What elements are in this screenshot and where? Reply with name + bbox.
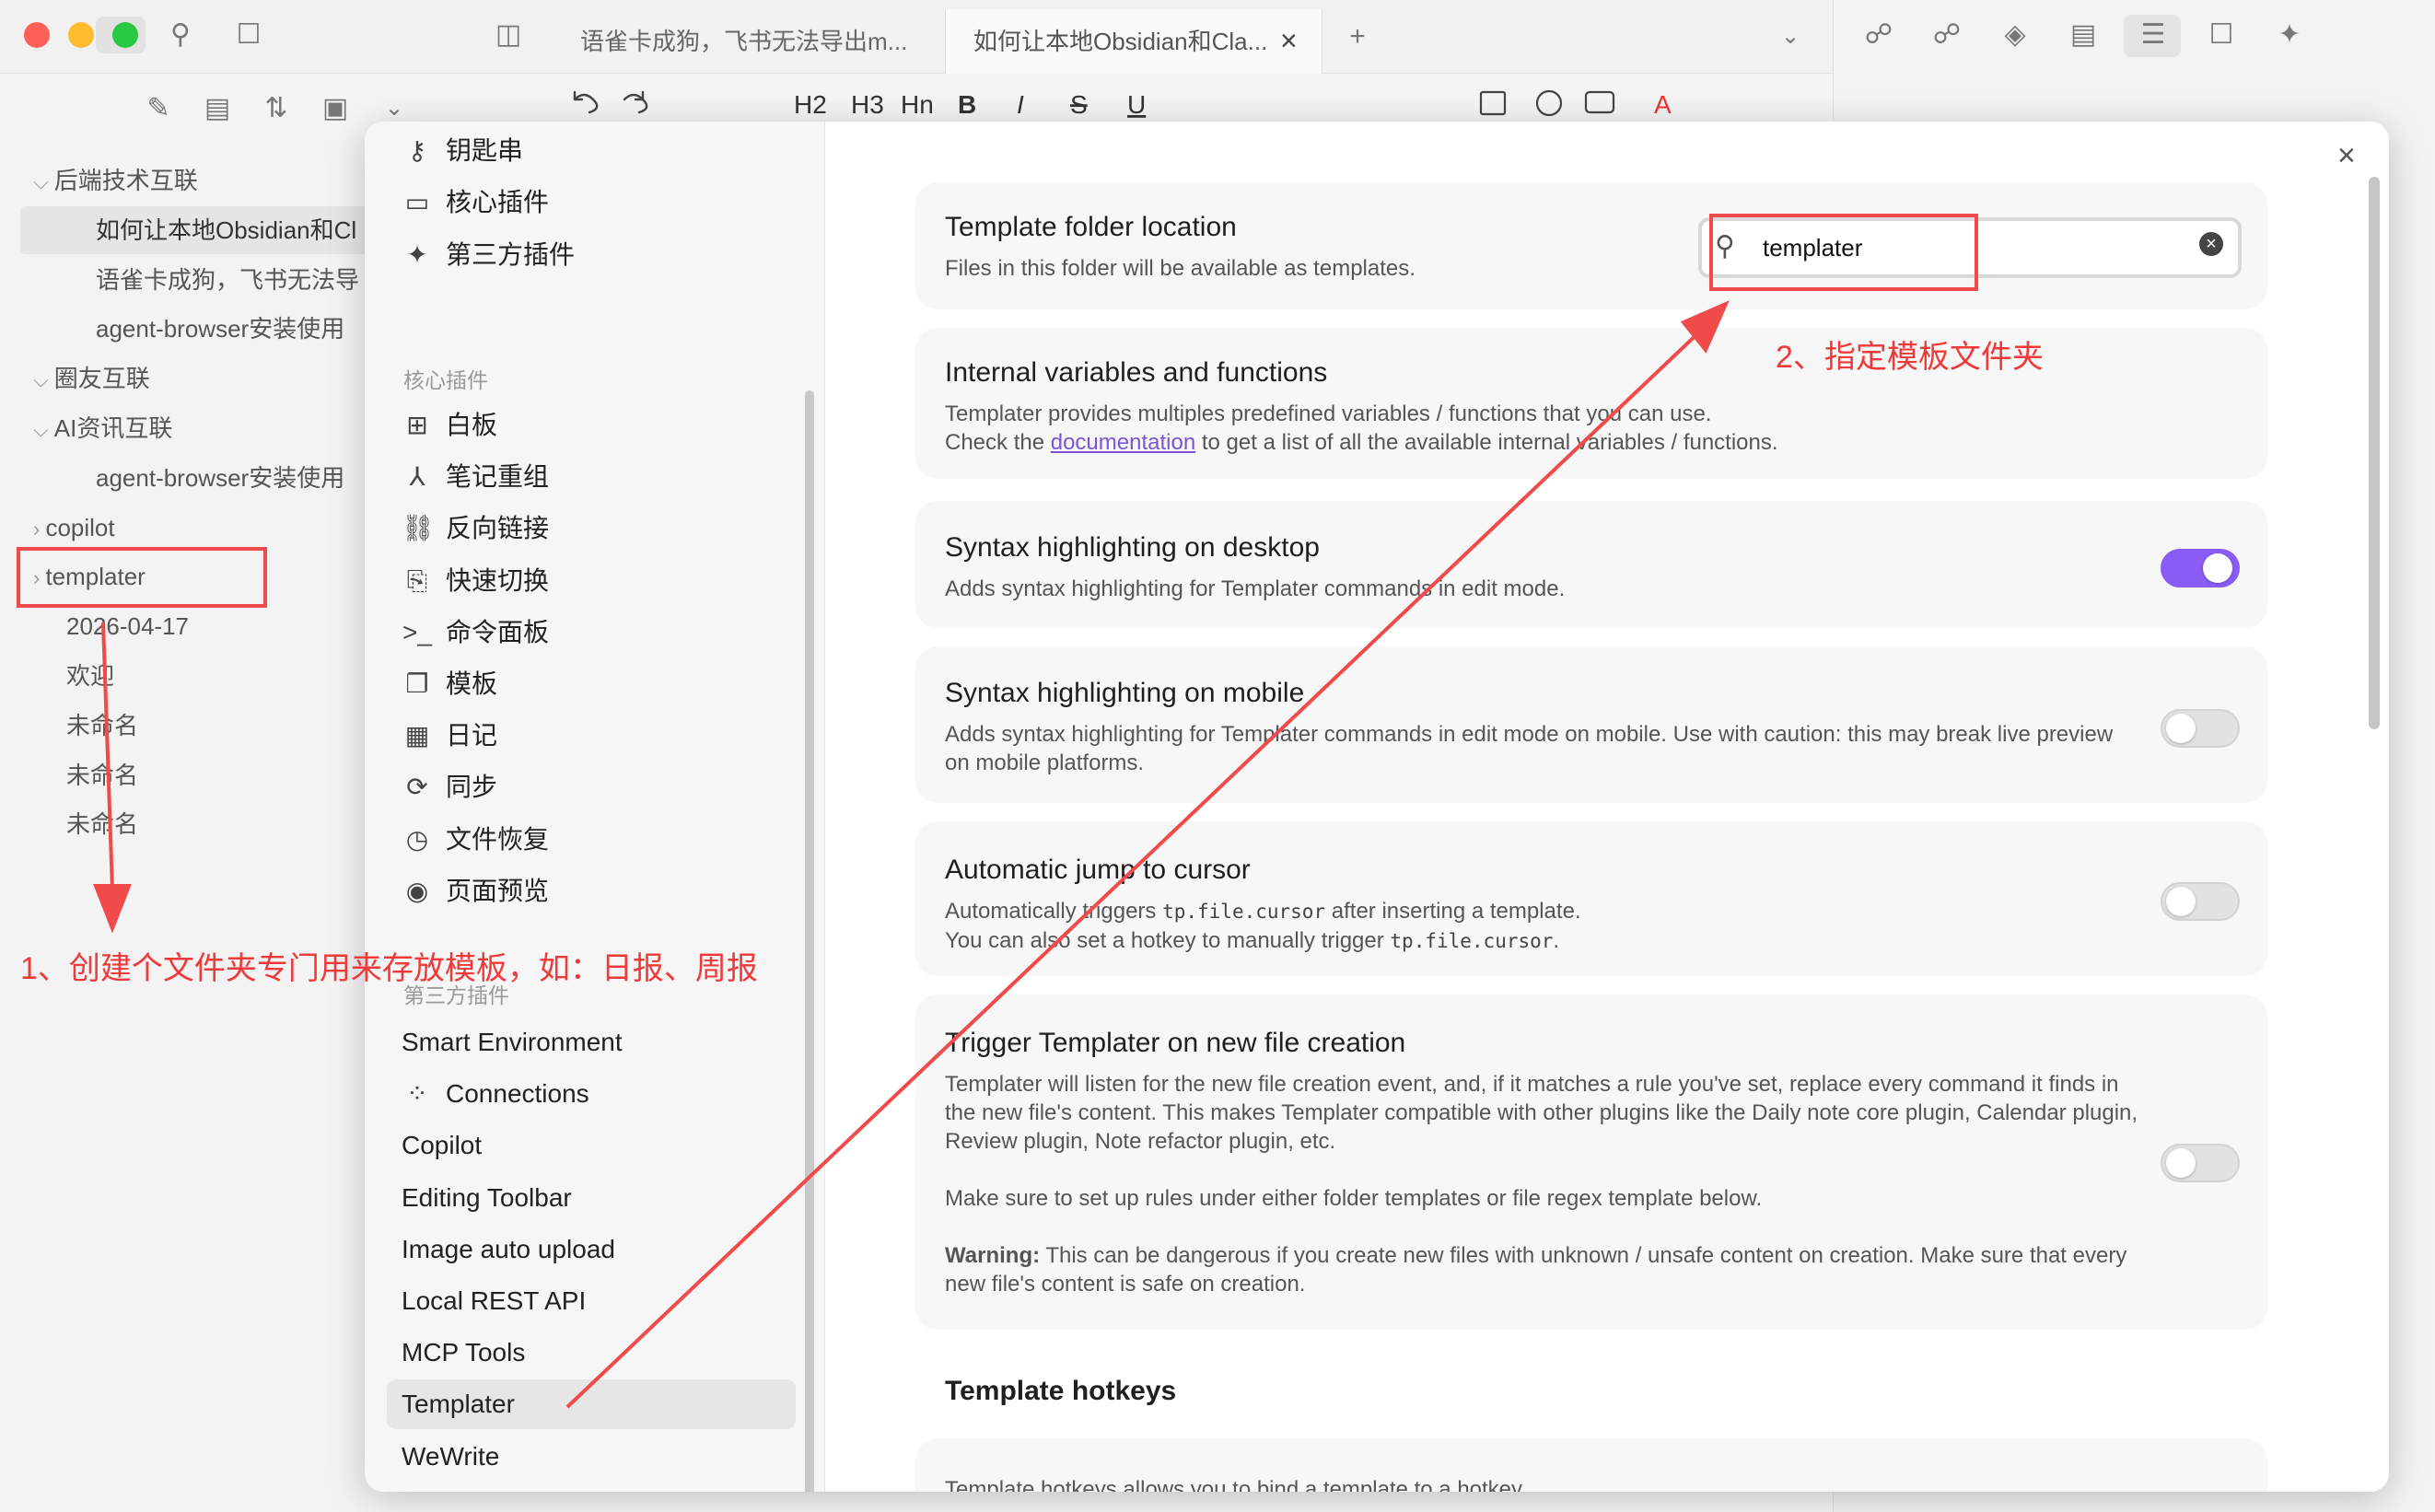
arrow-up-line [565, 326, 1706, 1409]
annotation-arrows [93, 300, 1730, 1409]
arrow-down-head [93, 884, 132, 934]
arrow-down-line [101, 622, 114, 890]
